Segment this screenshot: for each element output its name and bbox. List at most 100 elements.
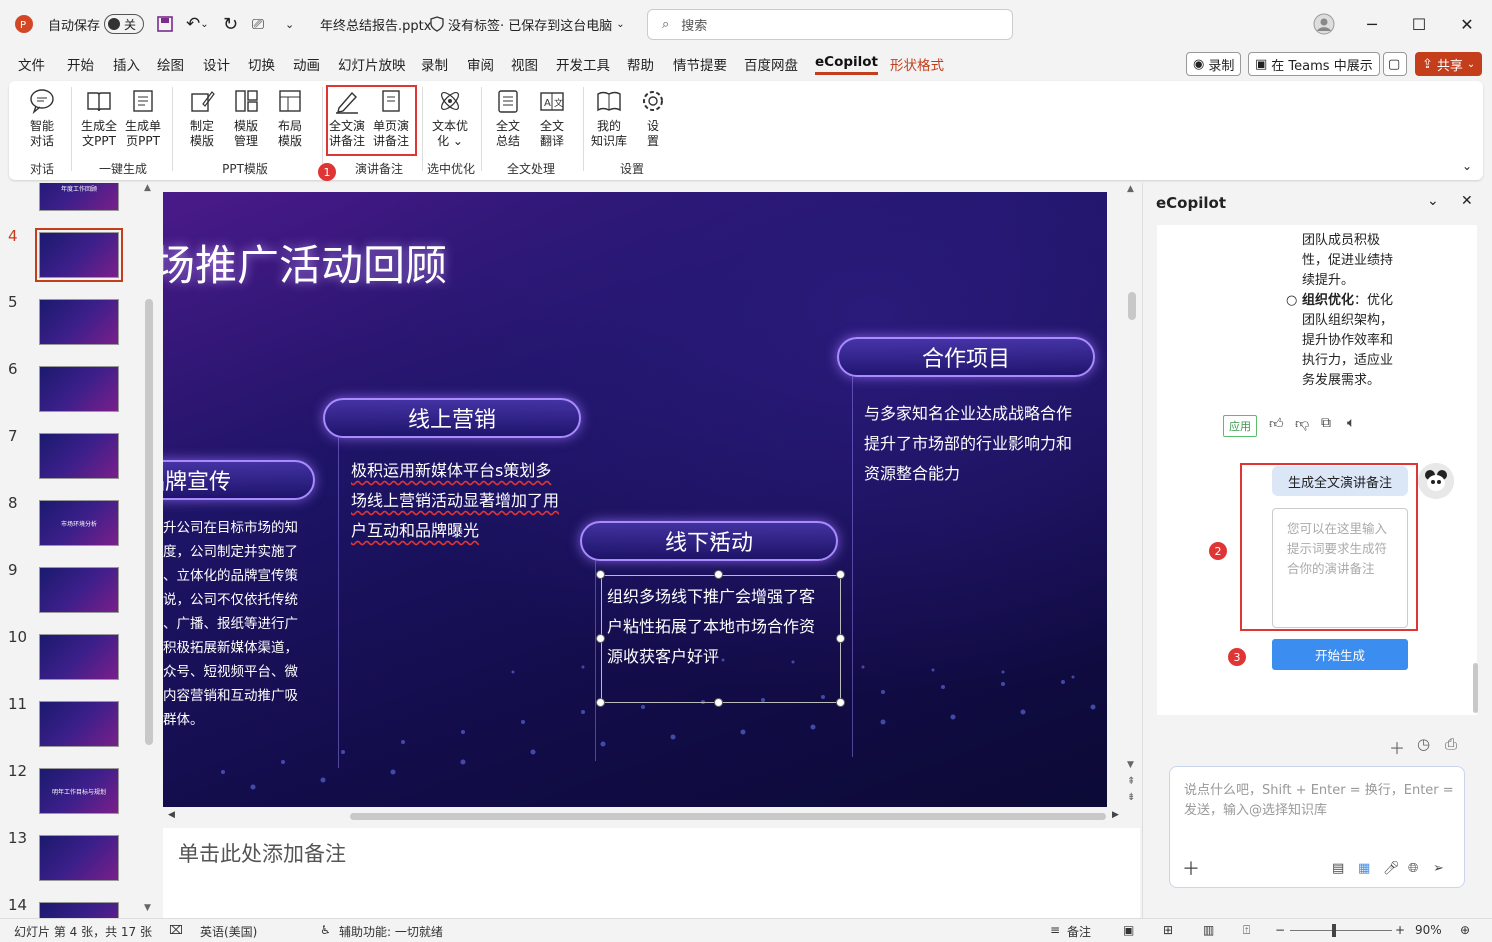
pill-offline-activities[interactable]: 线下活动 (580, 521, 838, 561)
history-icon[interactable]: ◷ (1417, 735, 1430, 753)
reading-view-icon[interactable]: ▥ (1203, 923, 1214, 937)
slide-horizontal-scrollbar[interactable] (350, 813, 1106, 820)
slide-vertical-scrollbar[interactable] (1128, 292, 1136, 320)
zoom-out-icon[interactable]: − (1275, 923, 1285, 937)
new-chat-icon[interactable]: ＋ (1389, 735, 1405, 759)
tab-file[interactable]: 文件 (18, 54, 45, 74)
slide-thumbnail-5[interactable] (39, 299, 119, 345)
undo-icon[interactable]: ↶ ⌄ (186, 0, 209, 48)
document-icon[interactable]: ▤ (1332, 861, 1344, 876)
export-doc-icon[interactable]: ⎙ (1445, 735, 1457, 753)
zoom-level[interactable]: 90% (1415, 923, 1442, 937)
record-button[interactable]: ◉ 录制 (1186, 52, 1242, 76)
share-button[interactable]: ⇪ 共享 ⌄ (1415, 52, 1483, 76)
customize-toolbar-icon[interactable]: ⌄ (285, 0, 294, 48)
collapse-ribbon-icon[interactable]: ⌄ (1462, 159, 1472, 173)
slide-thumbnail-12[interactable]: 明年工作目标与规划 (39, 768, 119, 814)
microphone-icon[interactable]: 🎤︎ (1383, 861, 1400, 876)
close-panel-icon[interactable]: ✕ (1461, 193, 1473, 209)
normal-view-icon[interactable]: ▣ (1123, 923, 1134, 937)
zoom-in-icon[interactable]: + (1395, 923, 1405, 937)
slide-thumbnail-10[interactable] (39, 634, 119, 680)
fit-to-window-icon[interactable]: ⊕ (1460, 923, 1470, 937)
create-template-button[interactable]: 制定 模版 (181, 87, 223, 149)
tab-home[interactable]: 开始 (67, 54, 94, 74)
send-icon[interactable]: ➢ (1433, 861, 1444, 876)
slide-sorter-icon[interactable]: ⊞ (1163, 923, 1173, 937)
slide-thumbnail-3[interactable]: 年度工作回顾 (39, 183, 119, 211)
layout-template-button[interactable]: 布局 模版 (269, 87, 311, 149)
template-manage-button[interactable]: 模版 管理 (225, 87, 267, 149)
present-icon[interactable]: ⎚ (252, 0, 264, 48)
language-status[interactable]: 英语(美国) (200, 923, 257, 940)
slide-thumbnail-14[interactable] (39, 902, 119, 918)
slide-thumbnail-11[interactable] (39, 701, 119, 747)
scroll-down-arrow-icon[interactable]: ▼ (144, 903, 151, 913)
zoom-slider-track[interactable] (1290, 930, 1392, 931)
redo-icon[interactable]: ↻ (223, 0, 238, 48)
generate-single-ppt-button[interactable]: 生成单 页PPT (122, 87, 164, 149)
attach-plus-icon[interactable]: ＋ (1182, 855, 1200, 881)
autosave-toggle[interactable]: 关 (104, 0, 144, 48)
tab-design[interactable]: 设计 (203, 54, 230, 74)
globe-icon[interactable]: 🌐︎ (1408, 861, 1418, 876)
minimize-icon[interactable]: ─ (1357, 10, 1387, 38)
tab-insert[interactable]: 插入 (113, 54, 140, 74)
maximize-icon[interactable]: ☐ (1404, 10, 1434, 38)
slide-thumbnail-13[interactable] (39, 835, 119, 881)
slide-scroll-up-icon[interactable]: ▲ (1127, 184, 1134, 194)
settings-button[interactable]: 设置 (632, 87, 674, 149)
notes-toggle-button[interactable]: 备注 (1067, 923, 1091, 940)
comments-icon[interactable]: ▢ (1383, 52, 1407, 76)
zoom-slider-thumb[interactable] (1332, 924, 1336, 937)
speaker-icon[interactable]: 🔈︎ (1347, 415, 1355, 431)
slide-scroll-down-icon[interactable]: ▼ (1127, 760, 1134, 770)
account-avatar-icon[interactable] (1309, 10, 1339, 38)
tab-view[interactable]: 视图 (511, 54, 538, 74)
present-in-teams-button[interactable]: ▣ 在 Teams 中展示 (1248, 52, 1380, 76)
accessibility-status[interactable]: 辅助功能: 一切就绪 (339, 923, 443, 940)
resize-handle[interactable] (836, 634, 845, 643)
start-generate-button[interactable]: 开始生成 (1272, 639, 1408, 670)
full-summary-button[interactable]: 全文 总结 (487, 87, 529, 149)
tab-record[interactable]: 录制 (421, 54, 448, 74)
copy-icon[interactable]: ⧉ (1321, 415, 1331, 431)
tab-draw[interactable]: 绘图 (157, 54, 184, 74)
tab-shape-format[interactable]: 形状格式 (890, 54, 944, 74)
next-slide-icon[interactable]: ⇟ (1127, 792, 1135, 803)
save-status[interactable]: · 已保存到这台电脑 ⌄ (500, 0, 625, 48)
generate-full-ppt-button[interactable]: 生成全 文PPT (78, 87, 120, 149)
text-optimize-button[interactable]: 文本优化 ⌄ (429, 87, 471, 149)
slide-thumbnail-6[interactable] (39, 366, 119, 412)
pill-cooperation-projects[interactable]: 合作项目 (837, 337, 1095, 377)
slide-thumbnail-8[interactable]: 市场环境分析 (39, 500, 119, 546)
chat-input-box[interactable]: 说点什么吧，Shift + Enter = 换行，Enter = 发送，输入@选… (1169, 766, 1465, 888)
full-translate-button[interactable]: A文 全文 翻译 (531, 87, 573, 149)
scroll-right-icon[interactable]: ▶ (1112, 810, 1119, 820)
chevron-down-icon[interactable]: ⌄ (1427, 193, 1439, 209)
thumbs-down-icon[interactable]: 👎︎ (1295, 415, 1309, 432)
resize-handle[interactable] (714, 570, 723, 579)
brand-text-block[interactable]: 升公司在目标市场的知 度，公司制定并实施了 、立体化的品牌宣传策 说，公司不仅依… (163, 516, 298, 732)
close-icon[interactable]: ✕ (1452, 10, 1482, 38)
document-title[interactable]: 年终总结报告.pptx (320, 0, 431, 48)
tab-developer[interactable]: 开发工具 (556, 54, 610, 74)
tab-baidu-netdisk[interactable]: 百度网盘 (744, 54, 798, 74)
tab-review[interactable]: 审阅 (467, 54, 494, 74)
resize-handle[interactable] (714, 698, 723, 707)
pill-brand-promotion[interactable]: 品牌宣传 (163, 460, 315, 500)
search-box[interactable]: ⌕ 搜索 (647, 9, 1013, 40)
slideshow-icon[interactable]: ⍐ (1243, 923, 1250, 938)
scroll-left-icon[interactable]: ◀ (168, 810, 175, 820)
tab-help[interactable]: 帮助 (627, 54, 654, 74)
tab-transitions[interactable]: 切换 (248, 54, 275, 74)
spellcheck-icon[interactable]: ⌧ (169, 923, 183, 937)
slide-thumbnail-9[interactable] (39, 567, 119, 613)
tab-animations[interactable]: 动画 (293, 54, 320, 74)
pill-online-marketing[interactable]: 线上营销 (323, 398, 581, 438)
resize-handle[interactable] (596, 570, 605, 579)
thumbs-up-icon[interactable]: 👍︎ (1269, 415, 1284, 432)
resize-handle[interactable] (836, 698, 845, 707)
thumbnail-scrollbar[interactable] (145, 299, 153, 745)
coop-text-block[interactable]: 与多家知名企业达成战略合作 提升了市场部的行业影响力和 资源整合能力 (864, 399, 1072, 489)
